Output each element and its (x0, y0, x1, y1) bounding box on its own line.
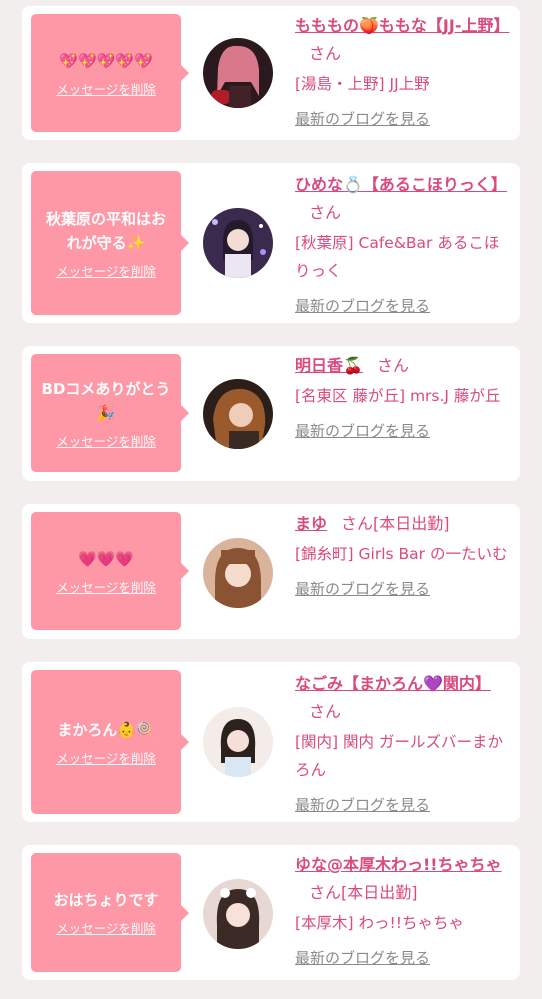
latest-blog-link[interactable]: 最新のブログを見る (295, 794, 430, 815)
delete-message-link[interactable]: メッセージを削除 (56, 261, 156, 280)
message-text: 秋葉原の平和はおれが守る✨ (45, 209, 166, 252)
avatar[interactable] (203, 879, 273, 949)
message-card: BDコメありがとう🎉 メッセージを削除 明日香🍒 さん [名東区 藤が丘] mrs… (22, 346, 520, 481)
honorific: さん (376, 356, 409, 375)
shop-info: [名東区 藤が丘] mrs.J 藤が丘 (295, 387, 501, 405)
cast-info: もももの🍑ももな【JJ-上野】さん [湯島・上野] JJ上野 最新のブログを見る (295, 12, 513, 129)
cast-name-link[interactable]: 明日香🍒 (295, 356, 363, 375)
cast-info: まゆ さん[本日出勤] [錦糸町] Girls Bar の一たいむ 最新のブログを… (295, 510, 513, 599)
honorific: さん (309, 203, 342, 222)
shop-info: [湯島・上野] JJ上野 (295, 75, 430, 93)
avatar[interactable] (203, 208, 273, 278)
shop-info: [秋葉原] Cafe&Bar あるこほりっく (295, 234, 500, 280)
message-bubble: 💖💖💖💖💖 メッセージを削除 (31, 14, 189, 132)
message-text: 💖💖💖💖💖 (59, 51, 153, 70)
latest-blog-link[interactable]: 最新のブログを見る (295, 108, 430, 129)
avatar[interactable] (203, 538, 273, 608)
message-text: 💗💗💗 (77, 549, 135, 568)
latest-blog-link[interactable]: 最新のブログを見る (295, 295, 430, 316)
message-text: まかろん👶🍭 (57, 720, 155, 739)
cast-name-link[interactable]: まゆ (295, 514, 327, 533)
message-card: 秋葉原の平和はおれが守る✨ メッセージを削除 ひめな💍【あるこほりっく】さん [… (22, 163, 520, 323)
cast-info: ひめな💍【あるこほりっく】さん [秋葉原] Cafe&Bar あるこほりっく 最… (295, 171, 513, 316)
cast-info: 明日香🍒 さん [名東区 藤が丘] mrs.J 藤が丘 最新のブログを見る (295, 352, 513, 441)
cast-name-link[interactable]: なごみ【まかろん💜関内】 (295, 674, 491, 693)
shop-info: [関内] 関内 ガールズバーまかろん (295, 733, 503, 779)
latest-blog-link[interactable]: 最新のブログを見る (295, 578, 430, 599)
message-bubble: まかろん👶🍭 メッセージを削除 (31, 670, 189, 814)
honorific: さん (341, 514, 374, 533)
delete-message-link[interactable]: メッセージを削除 (56, 431, 156, 450)
delete-message-link[interactable]: メッセージを削除 (56, 79, 156, 98)
honorific: さん (309, 883, 342, 902)
delete-message-link[interactable]: メッセージを削除 (56, 748, 156, 767)
message-text: おはちょりです (53, 891, 159, 909)
message-card: まかろん👶🍭 メッセージを削除 なごみ【まかろん💜関内】さん [関内] 関内 ガ… (22, 662, 520, 822)
message-bubble: 秋葉原の平和はおれが守る✨ メッセージを削除 (31, 171, 189, 315)
cast-name-link[interactable]: ゆな@本厚木わっ!!ちゃちゃ (295, 855, 502, 874)
delete-message-link[interactable]: メッセージを削除 (56, 918, 156, 937)
message-card: 💗💗💗 メッセージを削除 まゆ さん[本日出勤] [錦糸町] Girls Bar … (22, 504, 520, 639)
message-bubble: おはちょりです メッセージを削除 (31, 853, 189, 972)
cast-info: なごみ【まかろん💜関内】さん [関内] 関内 ガールズバーまかろん 最新のブログ… (295, 670, 513, 815)
shop-info: [錦糸町] Girls Bar の一たいむ (295, 545, 508, 563)
avatar[interactable] (203, 707, 273, 777)
attendance-status: [本日出勤] (341, 883, 418, 902)
message-card: 💖💖💖💖💖 メッセージを削除 もももの🍑ももな【JJ-上野】さん [湯島・上野]… (22, 6, 520, 140)
avatar[interactable] (203, 38, 273, 108)
message-bubble: 💗💗💗 メッセージを削除 (31, 512, 189, 630)
avatar[interactable] (203, 379, 273, 449)
message-card: おはちょりです メッセージを削除 ゆな@本厚木わっ!!ちゃちゃさん[本日出勤] … (22, 845, 520, 980)
attendance-status: [本日出勤] (373, 514, 450, 533)
honorific: さん (309, 44, 342, 63)
latest-blog-link[interactable]: 最新のブログを見る (295, 420, 430, 441)
message-bubble: BDコメありがとう🎉 メッセージを削除 (31, 354, 189, 472)
cast-name-link[interactable]: もももの🍑ももな【JJ-上野】 (295, 16, 509, 35)
cast-info: ゆな@本厚木わっ!!ちゃちゃさん[本日出勤] [本厚木] わっ!!ちゃちゃ 最新… (295, 851, 513, 968)
honorific: さん (309, 702, 342, 721)
delete-message-link[interactable]: メッセージを削除 (56, 577, 156, 596)
message-text: BDコメありがとう🎉 (41, 379, 171, 422)
latest-blog-link[interactable]: 最新のブログを見る (295, 947, 430, 968)
cast-name-link[interactable]: ひめな💍【あるこほりっく】 (295, 175, 507, 194)
shop-info: [本厚木] わっ!!ちゃちゃ (295, 914, 464, 932)
